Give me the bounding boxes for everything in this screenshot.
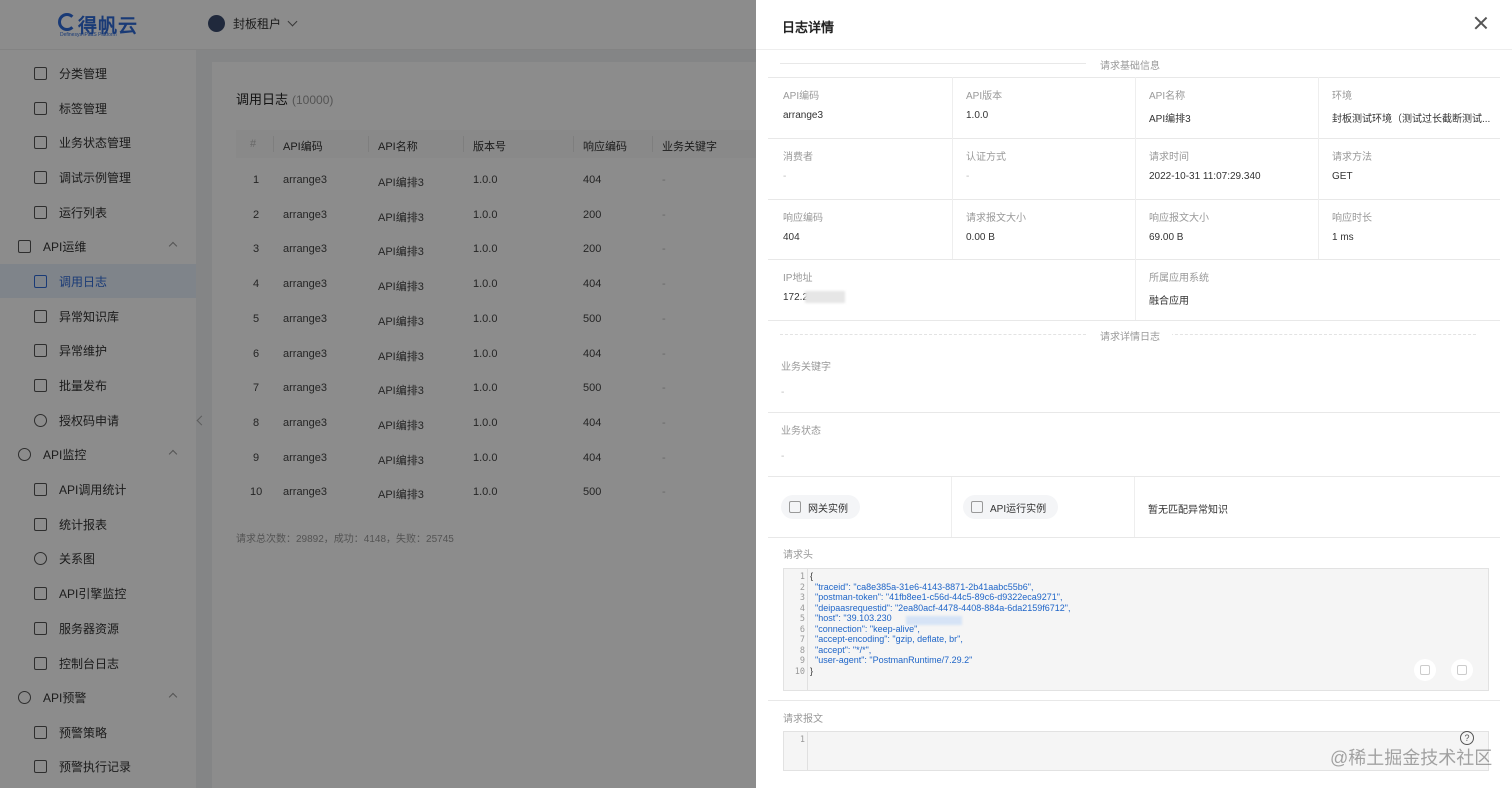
request-time-label: 请求时间: [1149, 152, 1189, 163]
env-label: 环境: [1332, 91, 1352, 102]
grid-line: [952, 77, 953, 259]
response-time-label: 响应时长: [1332, 213, 1372, 224]
line-number: 1: [799, 735, 805, 745]
line-number: 5: [799, 614, 805, 624]
response-code-value: 404: [783, 232, 800, 243]
auth-value: -: [966, 171, 970, 182]
section-divider-line: [780, 334, 1086, 335]
grid-line: [1134, 477, 1135, 537]
code-line: }: [810, 666, 814, 676]
request-time-value: 2022-10-31 11:07:29.340: [1149, 171, 1261, 182]
close-icon[interactable]: [1474, 16, 1488, 30]
grid-line: [951, 477, 952, 537]
grid-line: [768, 700, 1500, 701]
api-version-value: 1.0.0: [966, 110, 989, 121]
modal-overlay[interactable]: [0, 0, 756, 788]
app-system-value: 融合应用: [1149, 296, 1189, 307]
api-code-value: arrange3: [783, 110, 824, 121]
line-number: 9: [799, 656, 805, 666]
line-number: 2: [799, 583, 805, 593]
ip-label: IP地址: [783, 273, 813, 284]
auth-label: 认证方式: [966, 152, 1006, 163]
watermark: @稀土掘金技术社区: [1330, 748, 1493, 768]
section-divider-line: [780, 63, 1086, 64]
grid-line: [768, 412, 1500, 413]
gateway-instance-button[interactable]: 网关实例: [781, 495, 860, 519]
line-number: 10: [794, 667, 805, 677]
grid-line: [768, 537, 1500, 538]
grid-line: [1318, 77, 1319, 259]
code-line: "user-agent": "PostmanRuntime/7.29.2": [810, 655, 973, 665]
api-instance-label: API运行实例: [990, 503, 1047, 515]
env-value: 封板测试环境（测试过长截断测试...: [1332, 114, 1491, 125]
copy-icon[interactable]: [1451, 659, 1473, 681]
response-code-label: 响应编码: [783, 213, 823, 224]
request-method-value: GET: [1332, 171, 1353, 182]
biz-status-label: 业务状态: [781, 426, 821, 437]
api-name-label: API名称: [1149, 91, 1186, 102]
consumer-label: 消费者: [783, 152, 813, 163]
grid-line: [768, 199, 1500, 200]
request-header-label: 请求头: [783, 550, 813, 561]
section-title-basic: 请求基础信息: [1088, 57, 1172, 72]
drawer-header-divider: [756, 49, 1512, 50]
consumer-value: -: [783, 171, 787, 182]
line-number: 1: [799, 572, 805, 582]
grid-line: [768, 320, 1500, 321]
code-line: "postman-token": "41fb8ee1-c56d-44c5-89c…: [810, 592, 1063, 602]
line-number: 6: [799, 625, 805, 635]
link-icon[interactable]: [1414, 659, 1436, 681]
biz-status-value: -: [781, 451, 785, 462]
api-version-label: API版本: [966, 91, 1003, 102]
biz-keyword-label: 业务关键字: [781, 362, 831, 373]
section-divider-line: [1170, 334, 1476, 335]
no-knowledge-text: 暂无匹配异常知识: [1148, 505, 1228, 516]
request-method-label: 请求方法: [1332, 152, 1372, 163]
gateway-icon: [789, 501, 801, 513]
code-line: "deipaasrequestid": "2ea80acf-4478-4408-…: [810, 603, 1071, 613]
api-name-value: API编排3: [1149, 114, 1191, 125]
gateway-instance-label: 网关实例: [808, 503, 848, 515]
response-size-value: 69.00 B: [1149, 232, 1184, 243]
drawer-title: 日志详情: [782, 20, 835, 35]
code-line: {: [810, 571, 814, 581]
response-time-value: 1 ms: [1332, 232, 1354, 243]
response-size-label: 响应报文大小: [1149, 213, 1209, 224]
section-title-detail: 请求详情日志: [1088, 328, 1172, 343]
redacted-ip-mask: [805, 291, 845, 303]
grid-line: [1135, 77, 1136, 320]
request-size-value: 0.00 B: [966, 232, 995, 243]
grid-line: [768, 138, 1500, 139]
code-line: "traceid": "ca8e385a-31e6-4143-8871-2b41…: [810, 582, 1034, 592]
request-body-label: 请求报文: [783, 714, 823, 725]
app-system-label: 所属应用系统: [1149, 273, 1209, 284]
api-instance-icon: [971, 501, 983, 513]
api-code-label: API编码: [783, 91, 820, 102]
line-number: 8: [799, 646, 805, 656]
line-number: 7: [799, 635, 805, 645]
biz-keyword-value: -: [781, 387, 785, 398]
line-number: 4: [799, 604, 805, 614]
line-number: 3: [799, 593, 805, 603]
code-line: "connection": "keep-alive",: [810, 624, 920, 634]
code-line: "accept-encoding": "gzip, deflate, br",: [810, 634, 963, 644]
code-line: "host": "39.103.230: [810, 613, 892, 623]
request-header-code-viewer[interactable]: 1 2 3 4 5 6 7 8 9 10 { "traceid": "ca8e3…: [783, 568, 1489, 691]
help-icon[interactable]: ?: [1460, 731, 1474, 745]
grid-line: [768, 77, 1500, 78]
request-size-label: 请求报文大小: [966, 213, 1026, 224]
api-instance-button[interactable]: API运行实例: [963, 495, 1059, 519]
grid-line: [768, 259, 1500, 260]
code-line: "accept": "*/*",: [810, 645, 872, 655]
